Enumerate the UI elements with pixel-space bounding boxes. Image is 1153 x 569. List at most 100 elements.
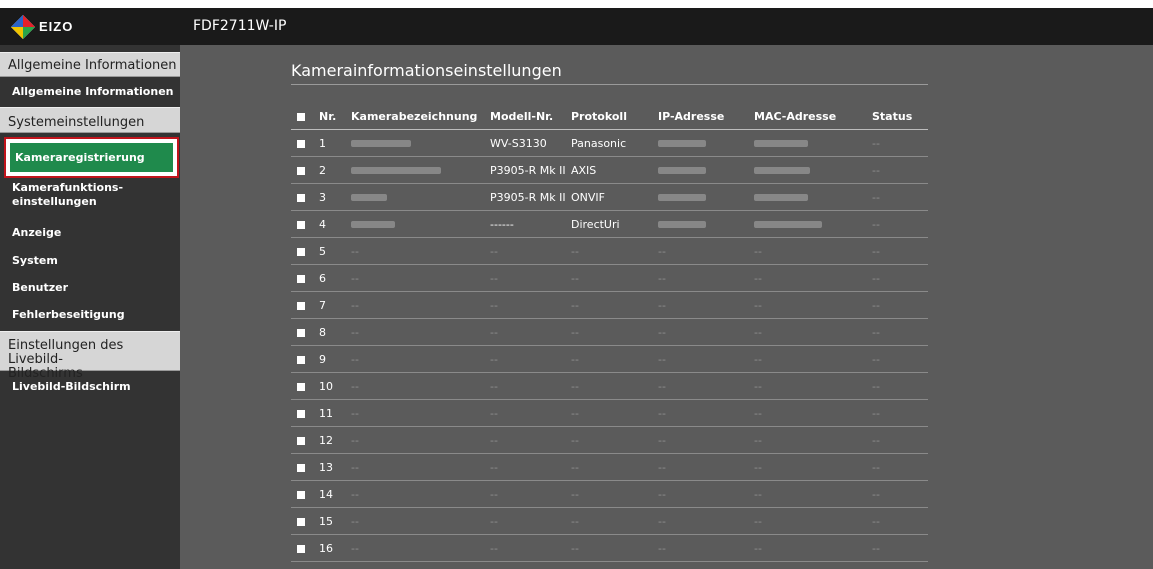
cell-protocol: -- [571, 345, 658, 373]
cell-camera-name: -- [351, 264, 490, 292]
row-checkbox[interactable] [291, 345, 319, 373]
row-checkbox[interactable] [291, 291, 319, 319]
cell-nr: 13 [319, 453, 351, 481]
row-checkbox[interactable] [291, 210, 319, 238]
row-checkbox[interactable] [291, 399, 319, 427]
row-checkbox[interactable] [291, 453, 319, 481]
cell-camera-name: -- [351, 426, 490, 454]
redacted-value [754, 221, 822, 228]
cell-status: -- [872, 426, 928, 454]
redacted-value [658, 221, 706, 228]
table-row[interactable]: 11 -- -- -- -- -- -- [291, 399, 928, 427]
eizo-logo-icon [11, 14, 35, 39]
cell-model: -- [490, 480, 571, 508]
row-checkbox[interactable] [291, 183, 319, 211]
cell-protocol: DirectUri [571, 210, 658, 238]
cell-ip [658, 210, 754, 238]
redacted-value [754, 140, 808, 147]
section-live-view-settings[interactable]: Einstellungen des Livebild- Bildschirms [0, 331, 180, 381]
column-header-nr: Nr. [319, 103, 351, 130]
cell-camera-name: -- [351, 372, 490, 400]
section-system-settings[interactable]: Systemeinstellungen [0, 107, 180, 133]
sidebar-item-troubleshooting[interactable]: Fehlerbeseitigung [0, 303, 180, 327]
table-row[interactable]: 2 P3905-R Mk II AXIS -- [291, 156, 928, 184]
cell-mac: -- [754, 399, 872, 427]
row-checkbox[interactable] [291, 426, 319, 454]
table-row[interactable]: 5 -- -- -- -- -- -- [291, 237, 928, 265]
table-row[interactable]: 13 -- -- -- -- -- -- [291, 453, 928, 481]
cell-model: -- [490, 534, 571, 562]
row-checkbox[interactable] [291, 507, 319, 535]
table-row[interactable]: 6 -- -- -- -- -- -- [291, 264, 928, 292]
cell-nr: 1 [319, 129, 351, 157]
redacted-value [351, 167, 441, 174]
redacted-value [658, 167, 706, 174]
cell-protocol: -- [571, 480, 658, 508]
table-row[interactable]: 12 -- -- -- -- -- -- [291, 426, 928, 454]
table-row[interactable]: 10 -- -- -- -- -- -- [291, 372, 928, 400]
main-content: Kamerainformationseinstellungen Nr. Kame… [180, 45, 1153, 569]
redacted-value [351, 221, 395, 228]
row-checkbox[interactable] [291, 129, 319, 157]
row-checkbox[interactable] [291, 318, 319, 346]
row-checkbox[interactable] [291, 534, 319, 562]
cell-nr: 12 [319, 426, 351, 454]
cell-camera-name: -- [351, 345, 490, 373]
sidebar-item-camera-registration[interactable]: Kameraregistrierung [10, 143, 173, 172]
cell-mac: -- [754, 507, 872, 535]
table-row[interactable]: 16 -- -- -- -- -- -- [291, 534, 928, 562]
cell-protocol: ONVIF [571, 183, 658, 211]
cell-mac: -- [754, 291, 872, 319]
cell-model: -- [490, 291, 571, 319]
cell-ip: -- [658, 507, 754, 535]
cell-mac [754, 156, 872, 184]
row-checkbox[interactable] [291, 156, 319, 184]
redacted-value [658, 140, 706, 147]
cell-protocol: -- [571, 291, 658, 319]
sidebar-item-general-info[interactable]: Allgemeine Informationen [0, 81, 180, 103]
cell-ip [658, 156, 754, 184]
cell-model: -- [490, 453, 571, 481]
sidebar-item-display[interactable]: Anzeige [0, 221, 180, 245]
cell-mac: -- [754, 480, 872, 508]
sidebar-item-system[interactable]: System [0, 249, 180, 273]
row-checkbox[interactable] [291, 237, 319, 265]
table-row[interactable]: 3 P3905-R Mk II ONVIF -- [291, 183, 928, 211]
table-row[interactable]: 14 -- -- -- -- -- -- [291, 480, 928, 508]
cell-status: -- [872, 372, 928, 400]
cell-protocol: AXIS [571, 156, 658, 184]
top-bar: EIZO FDF2711W-IP [0, 8, 1153, 45]
cell-protocol: -- [571, 237, 658, 265]
cell-ip: -- [658, 399, 754, 427]
row-checkbox[interactable] [291, 264, 319, 292]
table-row[interactable]: 7 -- -- -- -- -- -- [291, 291, 928, 319]
select-all-checkbox[interactable] [291, 103, 319, 130]
cell-ip: -- [658, 480, 754, 508]
redacted-value [754, 194, 808, 201]
table-row[interactable]: 4 ------ DirectUri -- [291, 210, 928, 238]
cell-camera-name: -- [351, 237, 490, 265]
cell-mac: -- [754, 237, 872, 265]
cell-status: -- [872, 129, 928, 157]
cell-nr: 15 [319, 507, 351, 535]
cell-ip: -- [658, 426, 754, 454]
camera-table-body: 1 WV-S3130 Panasonic -- 2 P3905-R Mk II AXIS --… [291, 129, 928, 562]
cell-status: -- [872, 507, 928, 535]
table-row[interactable]: 8 -- -- -- -- -- -- [291, 318, 928, 346]
cell-protocol: Panasonic [571, 129, 658, 157]
row-checkbox[interactable] [291, 372, 319, 400]
table-row[interactable]: 15 -- -- -- -- -- -- [291, 507, 928, 535]
cell-camera-name: -- [351, 480, 490, 508]
cell-model: -- [490, 237, 571, 265]
cell-nr: 8 [319, 318, 351, 346]
row-checkbox[interactable] [291, 480, 319, 508]
column-header-mac: MAC-Adresse [754, 103, 872, 130]
cell-camera-name: -- [351, 399, 490, 427]
sidebar-item-live-view[interactable]: Livebild-Bildschirm [0, 375, 180, 399]
sidebar-item-users[interactable]: Benutzer [0, 276, 180, 300]
sidebar-item-camera-function-settings[interactable]: Kamerafunktions- einstellungen [0, 177, 180, 213]
section-general-info[interactable]: Allgemeine Informationen [0, 52, 180, 77]
table-row[interactable]: 1 WV-S3130 Panasonic -- [291, 129, 928, 157]
cell-model: -- [490, 399, 571, 427]
table-row[interactable]: 9 -- -- -- -- -- -- [291, 345, 928, 373]
